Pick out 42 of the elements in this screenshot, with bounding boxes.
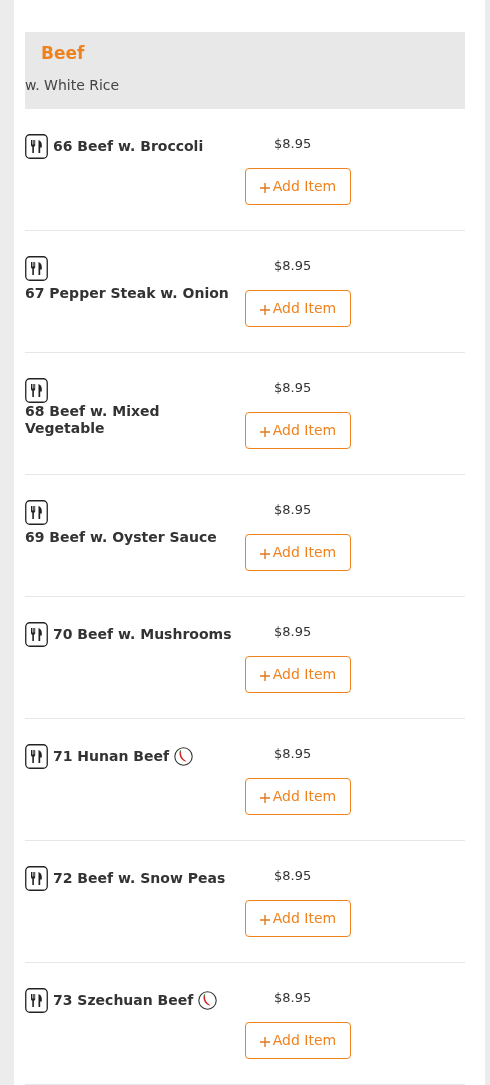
plus-icon [259, 915, 270, 925]
category-title: Beef [40, 42, 86, 64]
plus-icon [259, 671, 270, 681]
category-subtitle: w. White Rice [25, 76, 121, 95]
plus-icon [259, 427, 270, 437]
item-name: 68 Beef w. Mixed Vegetable [25, 403, 160, 436]
add-item-button[interactable]: Add Item [245, 290, 351, 327]
item-name: 71 Hunan Beef [53, 747, 170, 764]
plus-icon [259, 183, 270, 193]
item-name: 70 Beef w. Mushrooms [53, 626, 232, 642]
plus-icon [259, 549, 270, 559]
item-name: 67 Pepper Steak w. Onion [25, 285, 229, 301]
add-item-button[interactable]: Add Item [245, 656, 351, 693]
utensils-icon [25, 744, 48, 769]
item-name: 69 Beef w. Oyster Sauce [25, 529, 217, 545]
item-name: 66 Beef w. Broccoli [53, 138, 204, 154]
utensils-icon [25, 866, 48, 891]
add-item-button[interactable]: Add Item [245, 168, 351, 205]
item-price: $8.95 [274, 501, 312, 519]
item-price: $8.95 [274, 257, 312, 275]
item-name: 72 Beef w. Snow Peas [53, 870, 226, 886]
item-price: $8.95 [274, 989, 312, 1007]
add-item-button[interactable]: Add Item [245, 534, 351, 571]
item-price: $8.95 [274, 745, 312, 763]
plus-icon [259, 793, 270, 803]
utensils-icon [25, 988, 48, 1013]
add-item-button[interactable]: Add Item [245, 1022, 351, 1059]
utensils-icon [25, 500, 48, 525]
item-price: $8.95 [274, 867, 312, 885]
item-name: 73 Szechuan Beef [53, 991, 194, 1008]
add-item-button[interactable]: Add Item [245, 412, 351, 449]
plus-icon [259, 1037, 270, 1047]
plus-icon [259, 305, 270, 315]
add-item-button[interactable]: Add Item [245, 778, 351, 815]
utensils-icon [25, 256, 48, 281]
item-price: $8.95 [274, 379, 312, 397]
utensils-icon [25, 378, 48, 403]
item-price: $8.95 [274, 623, 312, 641]
item-price: $8.95 [274, 135, 312, 153]
add-item-button[interactable]: Add Item [245, 900, 351, 937]
utensils-icon [25, 134, 48, 159]
utensils-icon [25, 622, 48, 647]
